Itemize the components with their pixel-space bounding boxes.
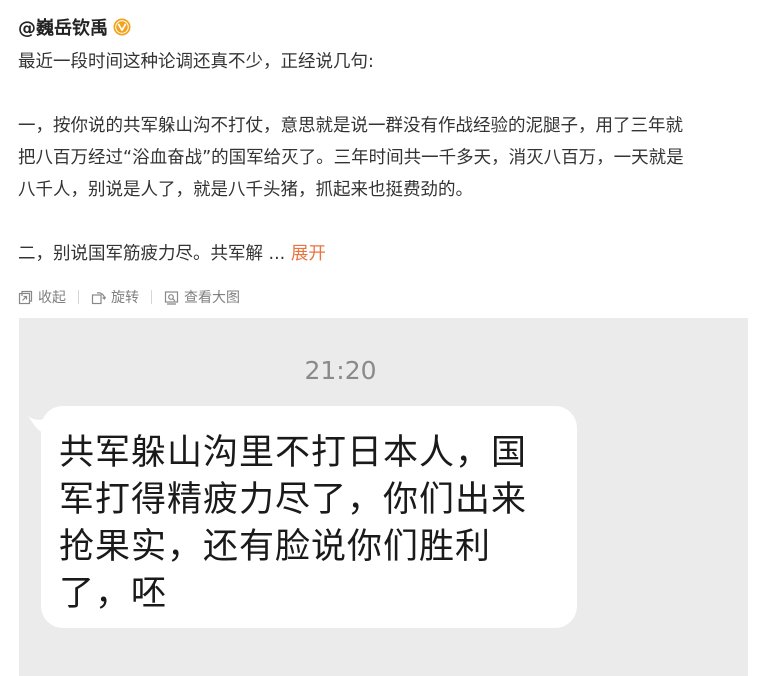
collapse-button[interactable]: 收起: [18, 287, 66, 307]
view-large-label: 查看大图: [184, 290, 240, 306]
message-line: 了，呸: [59, 574, 168, 614]
message-line: 共军躲山沟里不打日本人，国: [59, 433, 528, 473]
rotate-icon: [91, 291, 106, 304]
author-name[interactable]: @巍岳钦禹: [18, 14, 108, 40]
post-line: 一，按你说的共军躲山沟不打仗，意思就是说一群没有作战经验的泥腿子，用了三年就: [18, 116, 683, 136]
message-line: 抢果实，还有脸说你们胜利: [59, 527, 492, 567]
verified-badge-icon: [113, 18, 131, 36]
rotate-button[interactable]: 旋转: [91, 287, 139, 307]
post-author: @巍岳钦禹: [18, 14, 131, 40]
post-image[interactable]: 21:20 共军躲山沟里不打日本人，国 军打得精疲力尽了，你们出来 抢果实，还有…: [19, 318, 748, 676]
truncated-text: 二，别说国军筋疲力尽。共军解 ...: [18, 244, 286, 264]
view-large-button[interactable]: 查看大图: [164, 287, 240, 307]
toolbar-divider: [151, 290, 152, 304]
weibo-post: @巍岳钦禹 最近一段时间这种论调还真不少，正经说几句: 一，按你说的共军躲山沟不…: [0, 0, 766, 676]
message-line: 军打得精疲力尽了，你们出来: [59, 480, 528, 520]
post-line: 把八百万经过“浴血奋战”的国军给灭了。三年时间共一千多天，消灭八百万，一天就是: [18, 148, 684, 168]
toolbar-divider: [78, 290, 79, 304]
image-toolbar: 收起 旋转 查看大图: [18, 286, 240, 308]
message-bubble: 共军躲山沟里不打日本人，国 军打得精疲力尽了，你们出来 抢果实，还有脸说你们胜利…: [41, 406, 577, 628]
view-large-icon: [164, 290, 179, 305]
message-time-text: 21:20: [304, 356, 377, 385]
message-time: 21:20: [19, 356, 748, 385]
collapse-label: 收起: [38, 290, 66, 306]
post-line: 最近一段时间这种论调还真不少，正经说几句:: [18, 52, 374, 72]
collapse-icon: [18, 290, 33, 304]
rotate-label: 旋转: [111, 290, 139, 306]
expand-link[interactable]: 展开: [291, 244, 326, 264]
message-text: 共军躲山沟里不打日本人，国 军打得精疲力尽了，你们出来 抢果实，还有脸说你们胜利…: [59, 430, 569, 618]
post-line: 八千人，别说是人了，就是八千头猪，抓起来也挺费劲的。: [18, 180, 473, 200]
post-body: 最近一段时间这种论调还真不少，正经说几句: 一，按你说的共军躲山沟不打仗，意思就…: [18, 46, 748, 270]
post-line-truncated: 二，别说国军筋疲力尽。共军解 ... 展开: [18, 238, 748, 270]
